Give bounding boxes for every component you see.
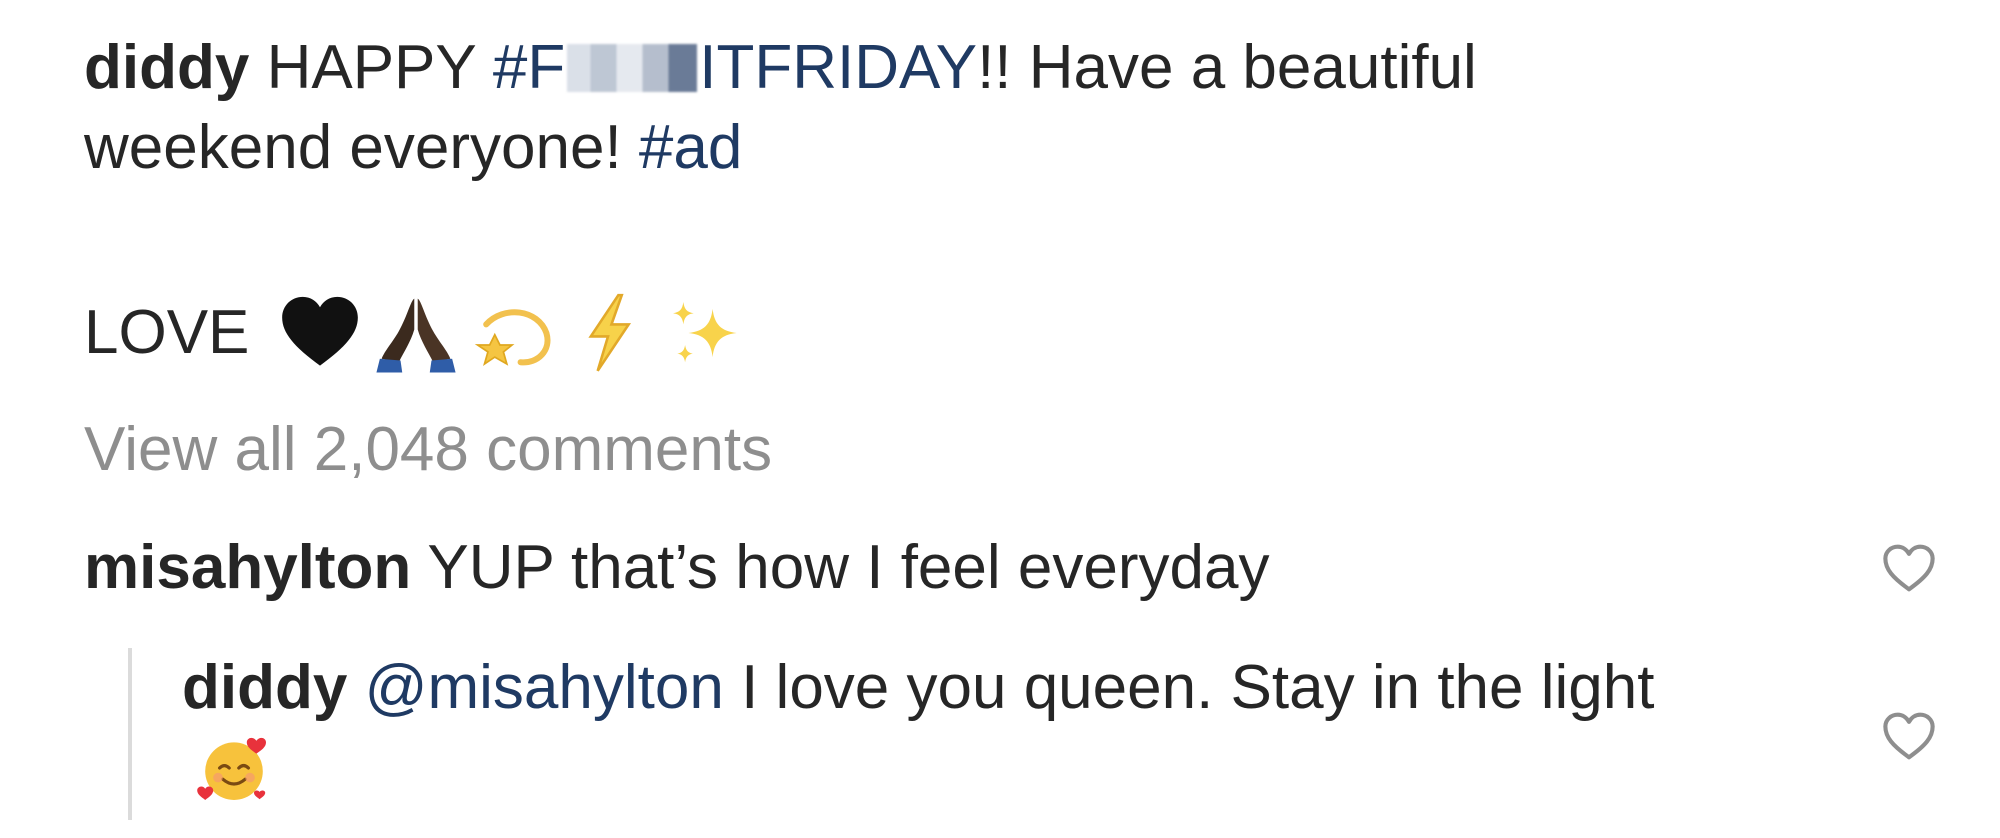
comment-text: YUP that’s how I feel everyday [427, 533, 1270, 602]
folded-hands-emoji [376, 298, 456, 373]
high-voltage-emoji [588, 293, 632, 372]
reply-mention[interactable]: @misahylton [365, 653, 724, 722]
reply-thread: diddy @misahylton I love you queen. Stay… [128, 648, 1768, 820]
view-all-comments-link[interactable]: View all 2,048 comments [84, 410, 772, 490]
ad-hashtag[interactable]: #ad [639, 113, 742, 182]
reply-text: I love you queen. Stay in the light [741, 653, 1655, 722]
dizzy-emoji [475, 309, 551, 366]
emoji-row [277, 290, 747, 376]
caption-text-before: HAPPY [266, 33, 493, 102]
heart-outline-icon[interactable] [1880, 710, 1938, 762]
post-caption: diddy HAPPY #F ITFRIDAY!! Have a beautifu… [84, 28, 1724, 188]
reply-item: diddy @misahylton I love you queen. Stay… [182, 648, 1742, 810]
censor-blur [567, 44, 698, 92]
hashtag-suffix: ITFRIDAY [699, 33, 978, 102]
heart-outline-icon[interactable] [1880, 542, 1938, 594]
black-heart-emoji [282, 296, 359, 366]
love-line: LOVE [84, 290, 747, 376]
thread-bar [128, 648, 132, 820]
caption-username[interactable]: diddy [84, 33, 249, 102]
comment-item: misahylton YUP that’s how I feel everyda… [84, 528, 1844, 608]
hashtag-prefix: #F [492, 33, 566, 102]
caption-hashtag[interactable]: #F ITFRIDAY [493, 33, 977, 102]
comment-username[interactable]: misahylton [84, 533, 411, 602]
love-text: LOVE [84, 298, 250, 367]
smiling-face-with-hearts-emoji [197, 737, 266, 800]
reply-username[interactable]: diddy [182, 653, 347, 722]
sparkles-emoji [673, 302, 738, 363]
